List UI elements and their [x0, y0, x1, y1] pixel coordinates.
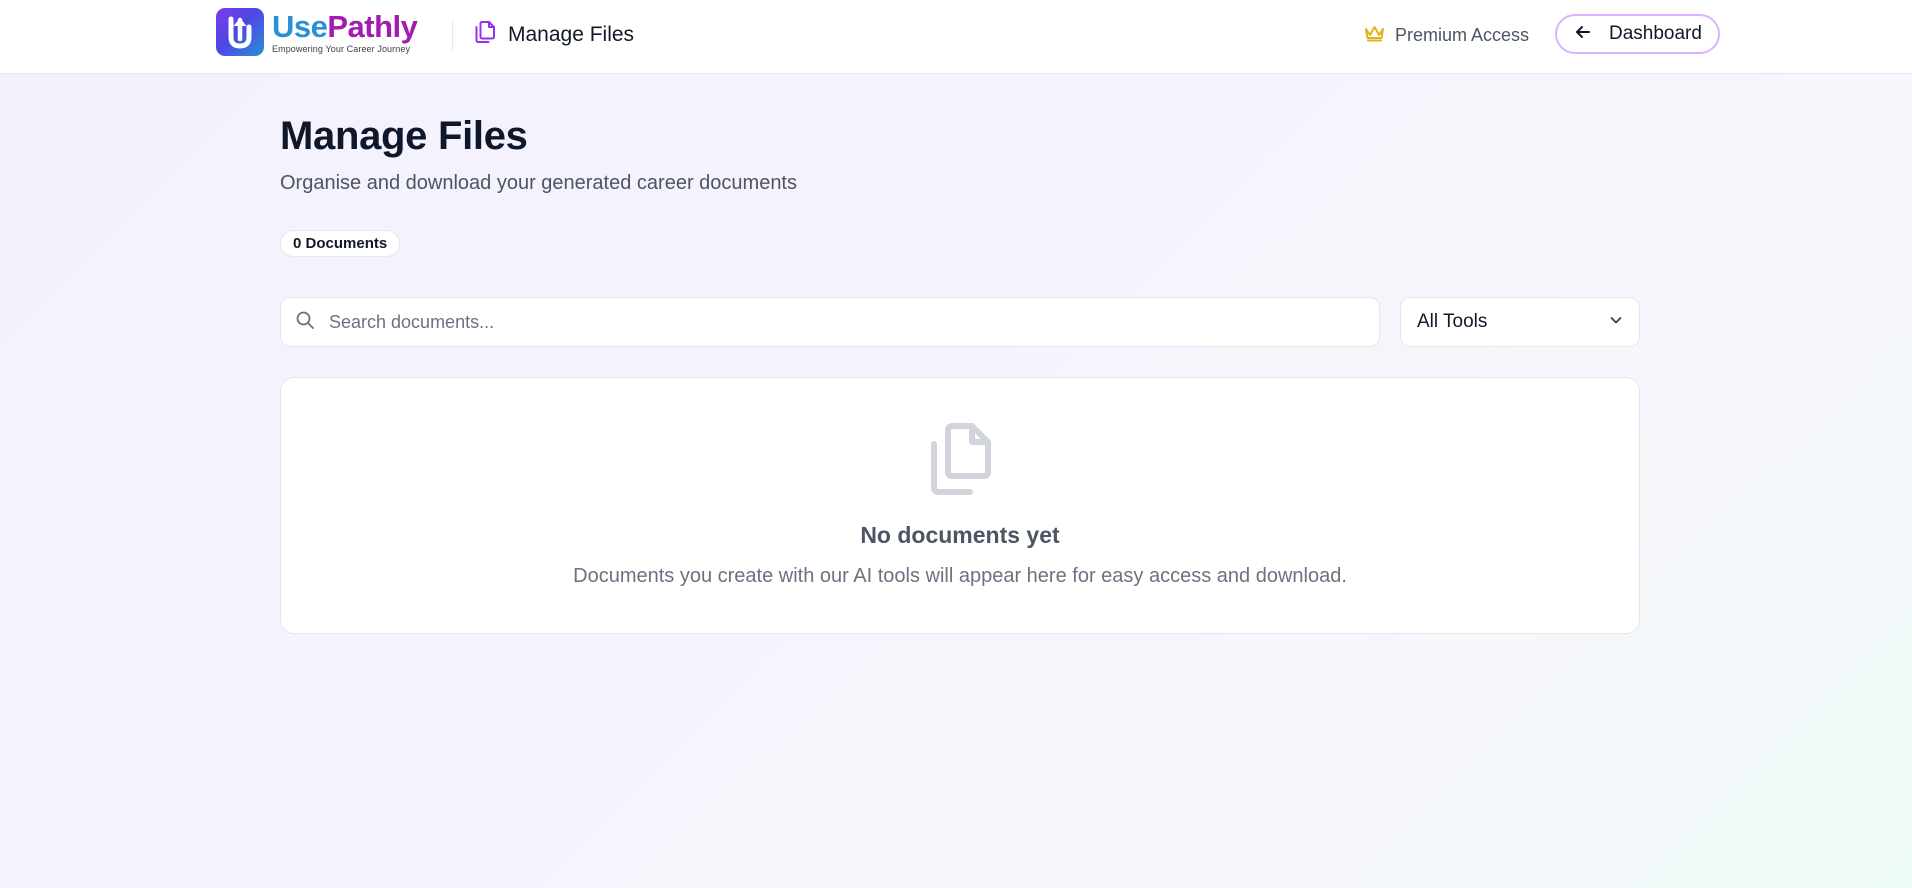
header-page-title: Manage Files [508, 22, 635, 46]
dashboard-button[interactable]: Dashboard [1555, 14, 1720, 54]
tool-filter-selected: All Tools [1417, 311, 1488, 332]
header-divider [452, 20, 453, 50]
empty-state-title: No documents yet [860, 522, 1060, 548]
tool-filter-select[interactable]: All Tools [1400, 297, 1640, 347]
logo-mark-icon [216, 8, 264, 56]
logo-wordmark: UsePathly [272, 8, 418, 44]
crown-icon [1364, 24, 1385, 47]
document-count-badge: 0 Documents [280, 230, 401, 257]
page-subtitle: Organise and download your generated car… [280, 172, 797, 194]
page-title: Manage Files [280, 114, 528, 158]
empty-state-card: No documents yet Documents you create wi… [280, 377, 1640, 634]
search-icon [295, 310, 315, 335]
empty-state-description: Documents you create with our AI tools w… [573, 565, 1347, 587]
premium-access-label: Premium Access [1395, 24, 1530, 45]
usepathly-logo[interactable]: UsePathly Empowering Your Career Journey [216, 8, 418, 56]
files-icon [926, 422, 996, 503]
search-box[interactable] [280, 297, 1380, 347]
premium-access-indicator[interactable]: Premium Access [1364, 20, 1529, 50]
arrow-left-icon [1575, 24, 1591, 45]
top-header: UsePathly Empowering Your Career Journey… [0, 0, 1912, 74]
chevron-down-icon [1609, 313, 1623, 332]
files-icon [474, 20, 496, 49]
search-input[interactable] [329, 311, 1329, 333]
logo-tagline: Empowering Your Career Journey [272, 43, 411, 54]
header-page-indicator: Manage Files [474, 20, 634, 49]
dashboard-button-label: Dashboard [1609, 23, 1702, 44]
